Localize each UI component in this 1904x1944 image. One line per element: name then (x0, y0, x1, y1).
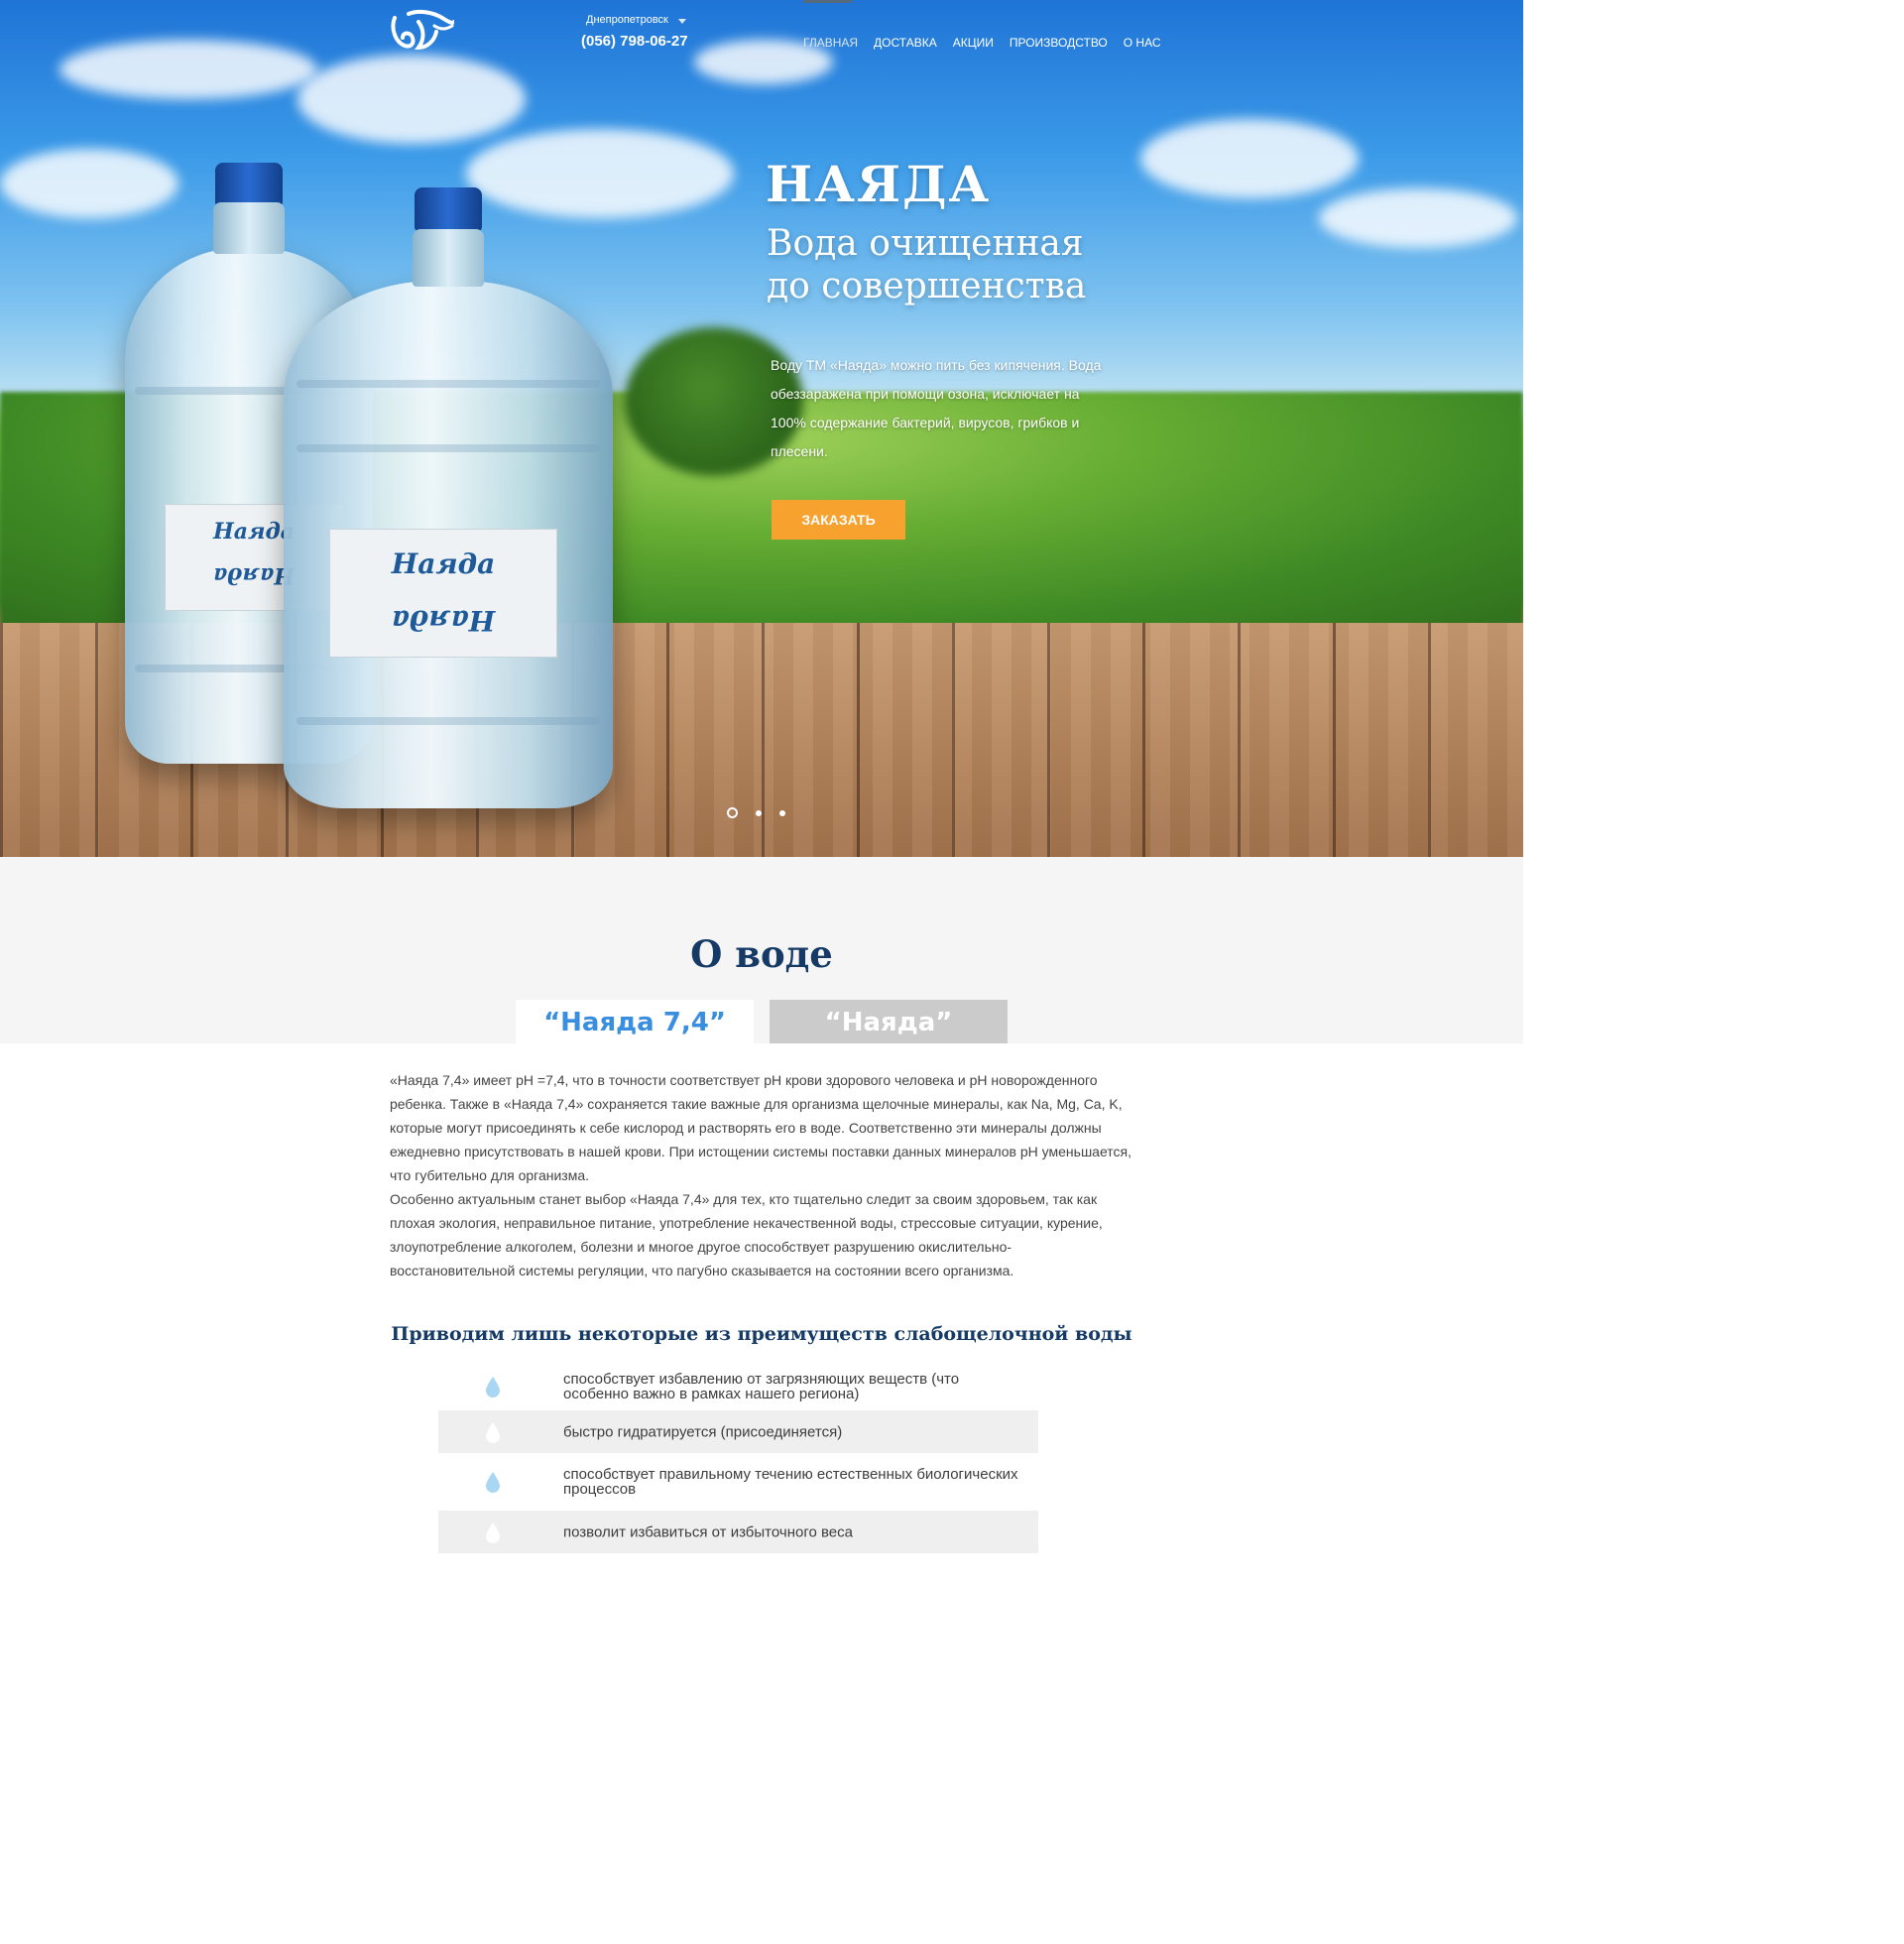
water-drop-icon (486, 1377, 500, 1397)
bottle-label-text: Наяда (391, 604, 496, 637)
bottle-ring (297, 380, 600, 388)
benefit-text: позволит избавиться от избыточного веса (563, 1523, 853, 1540)
cloud (298, 55, 526, 144)
brand-wordmark: НАЯДА (766, 155, 992, 213)
tagline-line-1: Вода очищенная (767, 223, 1084, 264)
benefit-text: способствует избавлению от загрязняющих … (563, 1371, 960, 1402)
benefits-title: Приводим лишь некоторые из преимуществ с… (391, 1323, 1132, 1345)
bottle-neck (213, 202, 285, 254)
bottle-label-text: Наяда (391, 547, 496, 580)
list-item: способствует избавлению от загрязняющих … (438, 1363, 1038, 1410)
slider-dot-3[interactable] (779, 809, 785, 816)
bottle-ring (297, 444, 600, 452)
about-title: О воде (690, 932, 833, 976)
bottle-cap (415, 187, 482, 231)
hero-tagline: Вода очищенная до совершенства (767, 222, 1183, 307)
phone-number: (056) 798-06-27 (581, 33, 688, 50)
article-paragraph-2: Особенно актуальным станет выбор «Наяда … (390, 1191, 1103, 1278)
about-article: «Наяда 7,4» имеет pH =7,4, что в точност… (390, 1068, 1135, 1282)
hero-banner: Наяда Наяда Наяда Наяда Днепропетровск (… (0, 0, 1523, 857)
bottle-cap (215, 163, 283, 206)
chevron-down-icon[interactable] (678, 19, 686, 24)
cloud (1319, 188, 1517, 248)
list-item: быстро гидратируется (присоединяется) (438, 1410, 1038, 1453)
cloud (466, 129, 734, 218)
city-selector[interactable]: Днепропетровск (586, 14, 668, 26)
main-nav: Главная Доставка Акции Производство О на… (803, 36, 1177, 50)
slider-dot-2[interactable] (756, 809, 762, 816)
tab-naiada[interactable]: “Наяда” (770, 1000, 1008, 1043)
cloud (60, 40, 317, 99)
list-item: способствует правильному течению естеств… (438, 1453, 1038, 1511)
bottle-neck (413, 229, 484, 287)
slider-pagination (727, 807, 785, 818)
hero-description: Воду ТМ «Наяда» можно пить без кипячения… (771, 357, 1102, 459)
nav-item-production[interactable]: Производство (1010, 36, 1108, 50)
list-item: позволит избавиться от избыточного веса (438, 1511, 1038, 1553)
water-drop-icon (486, 1472, 500, 1493)
cloud (1140, 119, 1359, 198)
naiada-logo-icon[interactable] (389, 8, 454, 54)
order-button[interactable]: Заказать (772, 500, 905, 540)
benefit-text: быстро гидратируется (присоединяется) (563, 1423, 843, 1440)
bottle-ring (297, 717, 600, 725)
water-drop-icon (486, 1521, 500, 1543)
article-paragraph-1: «Наяда 7,4» имеет pH =7,4, что в точност… (390, 1072, 1132, 1183)
nav-item-promotions[interactable]: Акции (953, 36, 994, 50)
nav-active-indicator (803, 0, 852, 3)
tab-naiada-7-4[interactable]: “Наяда 7,4” (516, 1000, 754, 1043)
nav-item-home[interactable]: Главная (803, 36, 858, 50)
nav-item-about[interactable]: О нас (1124, 36, 1161, 50)
cloud (0, 149, 178, 218)
water-bottle-front: Наяда Наяда (284, 187, 613, 808)
water-drop-icon (486, 1421, 500, 1443)
benefit-text: способствует правильному течению естеств… (563, 1466, 1018, 1498)
nav-item-delivery[interactable]: Доставка (874, 36, 937, 50)
benefits-list: способствует избавлению от загрязняющих … (438, 1363, 1038, 1553)
bottle-label: Наяда Наяда (329, 529, 557, 658)
slider-dot-1[interactable] (727, 807, 738, 818)
tagline-line-2: до совершенства (767, 266, 1087, 306)
